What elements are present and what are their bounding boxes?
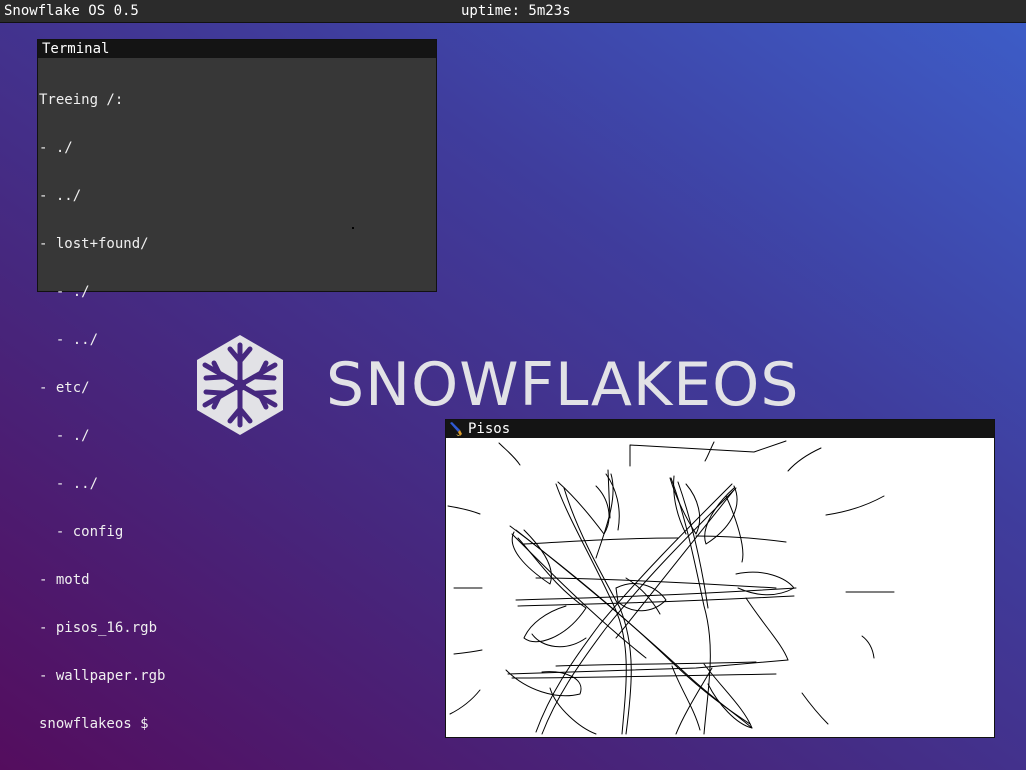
terminal-line: - lost+found/: [39, 236, 149, 252]
pisos-window[interactable]: Pisos: [445, 419, 995, 738]
terminal-line: - wallpaper.rgb: [39, 668, 166, 684]
terminal-line: - ../: [39, 476, 99, 492]
uptime-label: uptime: 5m23s: [461, 3, 571, 19]
terminal-line: - ../: [39, 188, 82, 204]
pisos-title: Pisos: [468, 421, 511, 437]
terminal-line: Treeing /:: [39, 92, 124, 108]
drawing-canvas[interactable]: [446, 438, 994, 737]
os-name-label: Snowflake OS 0.5: [4, 3, 139, 19]
paintbrush-icon: [448, 421, 464, 437]
pisos-titlebar[interactable]: Pisos: [446, 420, 994, 438]
terminal-line: - config: [39, 524, 124, 540]
terminal-line: - ./: [39, 428, 90, 444]
terminal-line: - motd: [39, 572, 90, 588]
terminal-titlebar[interactable]: Terminal: [38, 40, 436, 58]
top-bar: Snowflake OS 0.5 uptime: 5m23s: [0, 0, 1026, 23]
terminal-output[interactable]: Treeing /: - ./ - ../ - lost+found/ - ./…: [38, 58, 436, 770]
terminal-window[interactable]: Terminal Treeing /: - ./ - ../ - lost+fo…: [37, 39, 437, 732]
terminal-line: - ../: [39, 332, 99, 348]
terminal-line: - pisos_16.rgb: [39, 620, 158, 636]
terminal-line: - ./: [39, 140, 73, 156]
terminal-line: - ./: [39, 284, 90, 300]
mouse-cursor: [352, 227, 354, 229]
terminal-prompt[interactable]: snowflakeos $: [39, 716, 436, 732]
terminal-line: - etc/: [39, 380, 90, 396]
